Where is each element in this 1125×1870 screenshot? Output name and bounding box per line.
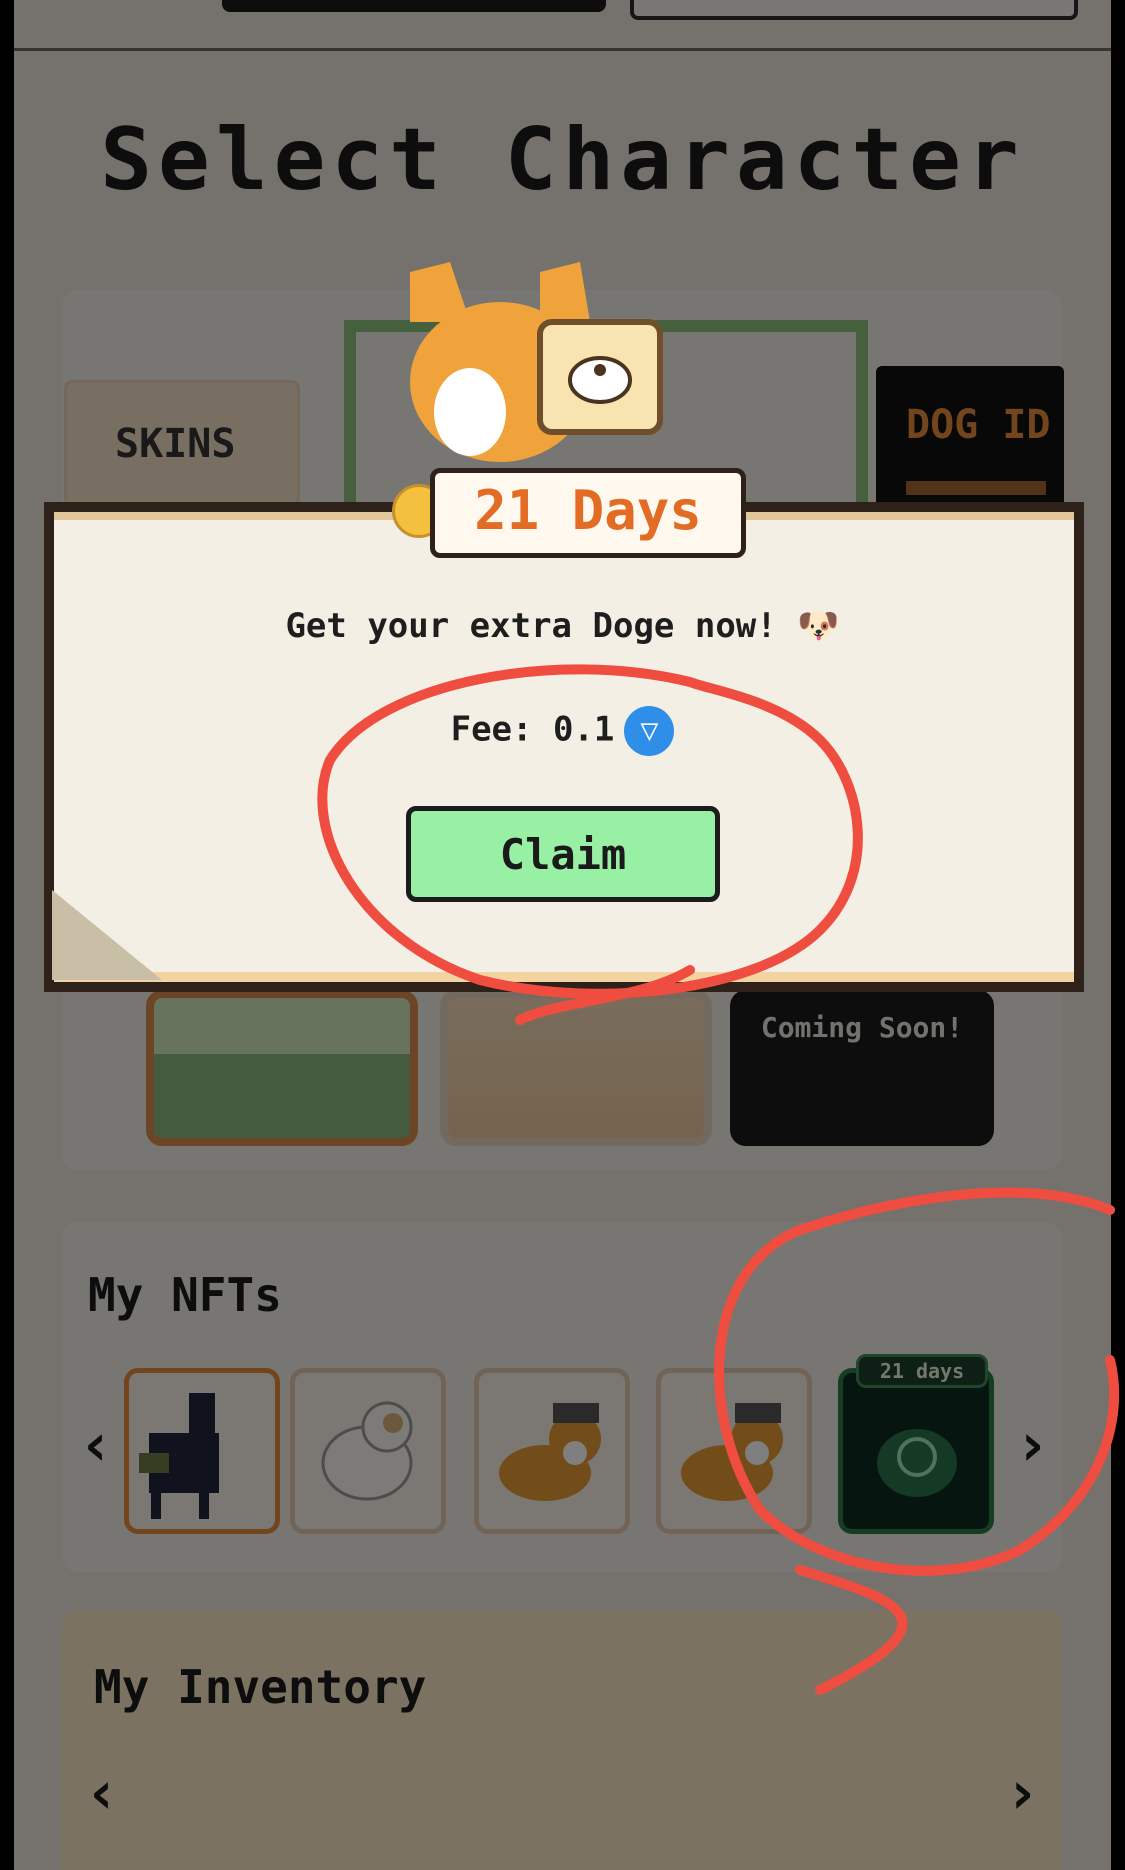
annotation-layer (317, 664, 1120, 1695)
annotation-circle-nft (714, 1187, 1120, 1695)
annotation-circle-claim (317, 664, 863, 1025)
